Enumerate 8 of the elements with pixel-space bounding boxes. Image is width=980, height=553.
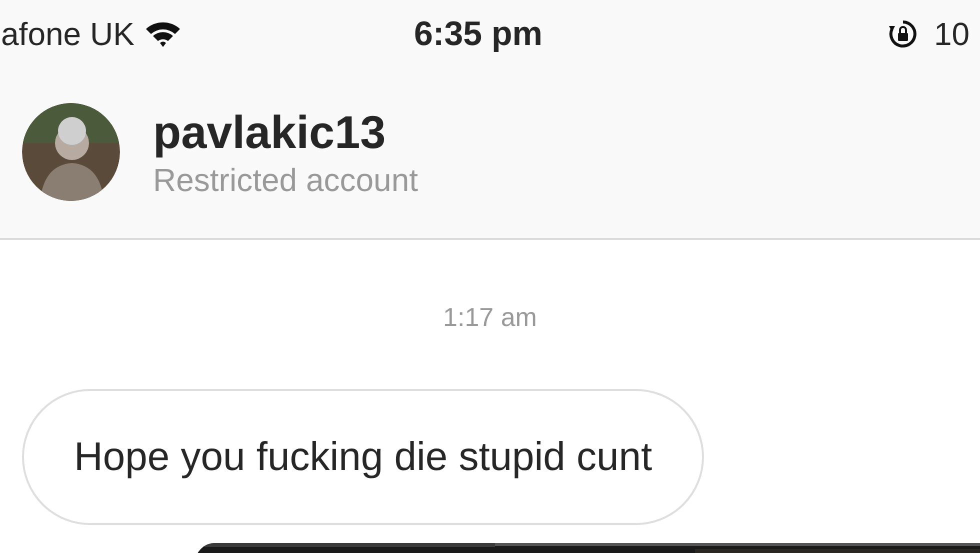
username: pavlakic13 — [153, 105, 387, 160]
battery-percent: 10 — [934, 15, 970, 54]
account-status: Restricted account — [153, 161, 418, 200]
rotation-lock-icon — [887, 18, 919, 50]
carrier-name: afone UK — [1, 15, 134, 54]
clock-time: 6:35 pm — [414, 14, 542, 54]
message-timestamp: 1:17 am — [443, 301, 537, 334]
message-bubble: Hope you fucking die stupid cunt — [22, 389, 704, 525]
